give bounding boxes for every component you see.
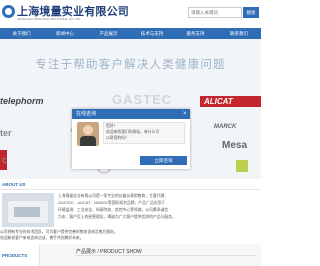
banner-slogan: 专注于帮助客户解决人类健康问题 [35, 59, 226, 71]
chat-popup-title: 在线咨询 [76, 111, 97, 117]
brand-logo-mesa: Mesa [222, 140, 248, 151]
divider [76, 255, 256, 256]
about-text-line: 为本、客户至上的经营理念，竭诚为广大客户提供优质的产品与服务。 [58, 215, 176, 219]
nav-item-service[interactable]: 服务支持 [174, 28, 217, 39]
brand-logo-telephorm: telephorm [0, 96, 44, 106]
brand-logo-alicat: ALICAT [200, 96, 261, 107]
agent-avatar [77, 122, 99, 146]
close-icon[interactable]: × [183, 109, 187, 119]
about-text-line: 欢迎新老客户来电咨询洽谈，携手共创美好未来。 [0, 236, 84, 240]
nav-item-tech-support[interactable]: 技术与支持 [130, 28, 174, 39]
nav-item-products[interactable]: 产品展示 [87, 28, 130, 39]
products-sidebar-label: PRODUCTS [2, 253, 28, 258]
products-section-title: 产品展示 / PRODUCT SHOW [76, 249, 142, 255]
about-text-line: 环境监测、工业安全、科研院校、疾控中心等领域，公司秉承诚信 [58, 208, 169, 212]
chat-message-line: 以帮您的吗？ [106, 136, 129, 140]
brand-logo-gastec: GASTEC [112, 92, 173, 107]
company-logo-icon[interactable] [2, 5, 15, 18]
chat-consult-button[interactable]: 立即咨询 [140, 156, 187, 165]
search-button[interactable]: 搜索 [243, 7, 259, 18]
brand-logo-green-block [236, 160, 248, 172]
divider [0, 189, 261, 190]
about-text-line: GASTEC、ALICAT、MARCK等国际知名品牌，产品广泛应用于 [58, 201, 165, 205]
about-image [2, 193, 54, 227]
about-text-line: 公司拥有专业的技术团队，可为客户提供完善的售前咨询及售后服务。 [0, 230, 118, 234]
about-text-line: 上海境量实业有限公司是一家专业的仪器仪表销售商，主要代理： [58, 194, 169, 198]
chat-message-line: 您好！ [106, 124, 118, 128]
brand-logo-ter: ter [0, 128, 12, 138]
chat-message-line: 欢迎来到我们的网站，有什么可 [106, 130, 160, 134]
company-name-english: SHANGHAI JINGLIANG INDUSTRIAL CO.,LTD. [17, 17, 82, 21]
nav-item-about[interactable]: 关于我们 [0, 28, 43, 39]
nav-item-contact[interactable]: 联系我们 [217, 28, 261, 39]
nav-item-news[interactable]: 新闻中心 [43, 28, 87, 39]
brand-logo-marck: MARCK [214, 124, 237, 130]
brand-logo-c: C [2, 158, 8, 165]
about-section-title: ABOUT US [2, 182, 26, 187]
search-input[interactable] [188, 7, 242, 18]
